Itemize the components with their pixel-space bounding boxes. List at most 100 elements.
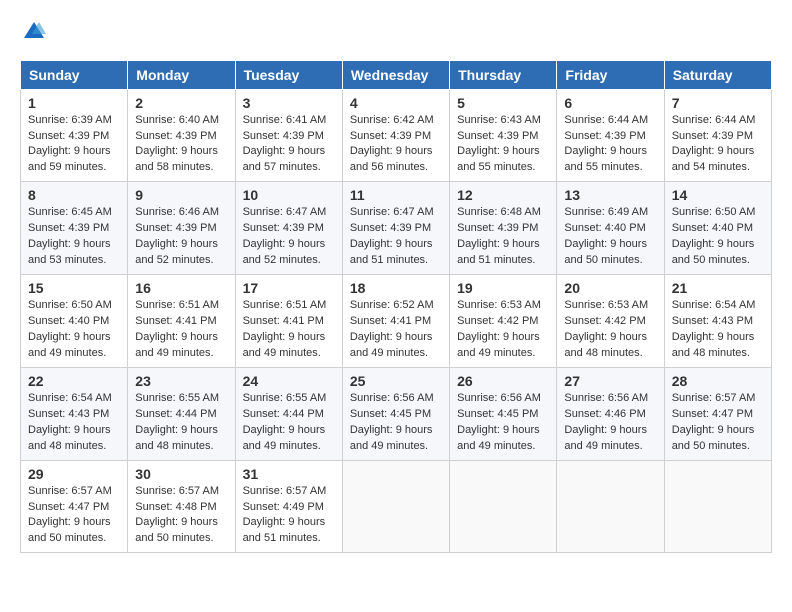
daylight-label: Daylight: 9 hours and 51 minutes. bbox=[350, 238, 433, 266]
calendar-cell: 19 Sunrise: 6:53 AM Sunset: 4:42 PM Dayl… bbox=[450, 275, 557, 368]
day-number: 16 bbox=[135, 280, 227, 296]
day-info: Sunrise: 6:40 AM Sunset: 4:39 PM Dayligh… bbox=[135, 113, 227, 177]
calendar-cell: 15 Sunrise: 6:50 AM Sunset: 4:40 PM Dayl… bbox=[21, 275, 128, 368]
calendar-week-row: 8 Sunrise: 6:45 AM Sunset: 4:39 PM Dayli… bbox=[21, 182, 772, 275]
sunrise-label: Sunrise: 6:56 AM bbox=[457, 392, 541, 404]
sunset-label: Sunset: 4:45 PM bbox=[350, 408, 431, 420]
weekday-header-row: SundayMondayTuesdayWednesdayThursdayFrid… bbox=[21, 60, 772, 89]
day-number: 21 bbox=[672, 280, 764, 296]
calendar-cell: 27 Sunrise: 6:56 AM Sunset: 4:46 PM Dayl… bbox=[557, 367, 664, 460]
weekday-header: Sunday bbox=[21, 60, 128, 89]
calendar-cell: 7 Sunrise: 6:44 AM Sunset: 4:39 PM Dayli… bbox=[664, 89, 771, 182]
day-number: 10 bbox=[243, 187, 335, 203]
calendar-week-row: 29 Sunrise: 6:57 AM Sunset: 4:47 PM Dayl… bbox=[21, 460, 772, 553]
day-number: 11 bbox=[350, 187, 442, 203]
sunrise-label: Sunrise: 6:53 AM bbox=[564, 299, 648, 311]
sunset-label: Sunset: 4:47 PM bbox=[28, 501, 109, 513]
sunrise-label: Sunrise: 6:55 AM bbox=[243, 392, 327, 404]
calendar-cell: 6 Sunrise: 6:44 AM Sunset: 4:39 PM Dayli… bbox=[557, 89, 664, 182]
calendar-cell: 28 Sunrise: 6:57 AM Sunset: 4:47 PM Dayl… bbox=[664, 367, 771, 460]
sunset-label: Sunset: 4:43 PM bbox=[28, 408, 109, 420]
day-info: Sunrise: 6:57 AM Sunset: 4:48 PM Dayligh… bbox=[135, 484, 227, 548]
sunset-label: Sunset: 4:42 PM bbox=[457, 315, 538, 327]
daylight-label: Daylight: 9 hours and 49 minutes. bbox=[135, 331, 218, 359]
calendar-cell: 11 Sunrise: 6:47 AM Sunset: 4:39 PM Dayl… bbox=[342, 182, 449, 275]
weekday-header: Thursday bbox=[450, 60, 557, 89]
day-info: Sunrise: 6:56 AM Sunset: 4:45 PM Dayligh… bbox=[457, 391, 549, 455]
daylight-label: Daylight: 9 hours and 54 minutes. bbox=[672, 145, 755, 173]
daylight-label: Daylight: 9 hours and 52 minutes. bbox=[243, 238, 326, 266]
day-number: 27 bbox=[564, 373, 656, 389]
sunrise-label: Sunrise: 6:47 AM bbox=[350, 206, 434, 218]
sunrise-label: Sunrise: 6:50 AM bbox=[28, 299, 112, 311]
sunset-label: Sunset: 4:40 PM bbox=[564, 222, 645, 234]
calendar-cell bbox=[664, 460, 771, 553]
day-info: Sunrise: 6:53 AM Sunset: 4:42 PM Dayligh… bbox=[564, 298, 656, 362]
sunset-label: Sunset: 4:39 PM bbox=[28, 222, 109, 234]
day-info: Sunrise: 6:41 AM Sunset: 4:39 PM Dayligh… bbox=[243, 113, 335, 177]
sunset-label: Sunset: 4:40 PM bbox=[28, 315, 109, 327]
calendar-cell: 30 Sunrise: 6:57 AM Sunset: 4:48 PM Dayl… bbox=[128, 460, 235, 553]
day-number: 6 bbox=[564, 95, 656, 111]
day-number: 14 bbox=[672, 187, 764, 203]
day-number: 7 bbox=[672, 95, 764, 111]
calendar-cell: 24 Sunrise: 6:55 AM Sunset: 4:44 PM Dayl… bbox=[235, 367, 342, 460]
calendar-cell: 10 Sunrise: 6:47 AM Sunset: 4:39 PM Dayl… bbox=[235, 182, 342, 275]
day-number: 23 bbox=[135, 373, 227, 389]
daylight-label: Daylight: 9 hours and 53 minutes. bbox=[28, 238, 111, 266]
calendar-cell: 2 Sunrise: 6:40 AM Sunset: 4:39 PM Dayli… bbox=[128, 89, 235, 182]
daylight-label: Daylight: 9 hours and 50 minutes. bbox=[672, 238, 755, 266]
day-info: Sunrise: 6:42 AM Sunset: 4:39 PM Dayligh… bbox=[350, 113, 442, 177]
calendar-cell bbox=[450, 460, 557, 553]
sunset-label: Sunset: 4:39 PM bbox=[350, 130, 431, 142]
day-info: Sunrise: 6:47 AM Sunset: 4:39 PM Dayligh… bbox=[350, 205, 442, 269]
calendar-week-row: 1 Sunrise: 6:39 AM Sunset: 4:39 PM Dayli… bbox=[21, 89, 772, 182]
sunrise-label: Sunrise: 6:54 AM bbox=[672, 299, 756, 311]
sunrise-label: Sunrise: 6:51 AM bbox=[135, 299, 219, 311]
calendar-cell bbox=[557, 460, 664, 553]
day-info: Sunrise: 6:51 AM Sunset: 4:41 PM Dayligh… bbox=[135, 298, 227, 362]
day-info: Sunrise: 6:46 AM Sunset: 4:39 PM Dayligh… bbox=[135, 205, 227, 269]
daylight-label: Daylight: 9 hours and 58 minutes. bbox=[135, 145, 218, 173]
day-number: 25 bbox=[350, 373, 442, 389]
sunrise-label: Sunrise: 6:52 AM bbox=[350, 299, 434, 311]
day-info: Sunrise: 6:47 AM Sunset: 4:39 PM Dayligh… bbox=[243, 205, 335, 269]
calendar-week-row: 15 Sunrise: 6:50 AM Sunset: 4:40 PM Dayl… bbox=[21, 275, 772, 368]
weekday-header: Saturday bbox=[664, 60, 771, 89]
daylight-label: Daylight: 9 hours and 51 minutes. bbox=[243, 516, 326, 544]
calendar-cell: 29 Sunrise: 6:57 AM Sunset: 4:47 PM Dayl… bbox=[21, 460, 128, 553]
day-number: 18 bbox=[350, 280, 442, 296]
sunset-label: Sunset: 4:39 PM bbox=[350, 222, 431, 234]
sunrise-label: Sunrise: 6:47 AM bbox=[243, 206, 327, 218]
day-info: Sunrise: 6:54 AM Sunset: 4:43 PM Dayligh… bbox=[672, 298, 764, 362]
day-number: 31 bbox=[243, 466, 335, 482]
page-header bbox=[20, 20, 772, 50]
sunrise-label: Sunrise: 6:51 AM bbox=[243, 299, 327, 311]
day-info: Sunrise: 6:44 AM Sunset: 4:39 PM Dayligh… bbox=[564, 113, 656, 177]
daylight-label: Daylight: 9 hours and 51 minutes. bbox=[457, 238, 540, 266]
day-number: 12 bbox=[457, 187, 549, 203]
day-info: Sunrise: 6:44 AM Sunset: 4:39 PM Dayligh… bbox=[672, 113, 764, 177]
day-info: Sunrise: 6:55 AM Sunset: 4:44 PM Dayligh… bbox=[243, 391, 335, 455]
sunrise-label: Sunrise: 6:45 AM bbox=[28, 206, 112, 218]
day-info: Sunrise: 6:56 AM Sunset: 4:46 PM Dayligh… bbox=[564, 391, 656, 455]
calendar-cell: 23 Sunrise: 6:55 AM Sunset: 4:44 PM Dayl… bbox=[128, 367, 235, 460]
sunset-label: Sunset: 4:40 PM bbox=[672, 222, 753, 234]
sunset-label: Sunset: 4:45 PM bbox=[457, 408, 538, 420]
day-info: Sunrise: 6:55 AM Sunset: 4:44 PM Dayligh… bbox=[135, 391, 227, 455]
calendar-cell: 3 Sunrise: 6:41 AM Sunset: 4:39 PM Dayli… bbox=[235, 89, 342, 182]
day-info: Sunrise: 6:57 AM Sunset: 4:49 PM Dayligh… bbox=[243, 484, 335, 548]
calendar-cell: 22 Sunrise: 6:54 AM Sunset: 4:43 PM Dayl… bbox=[21, 367, 128, 460]
day-number: 24 bbox=[243, 373, 335, 389]
daylight-label: Daylight: 9 hours and 49 minutes. bbox=[457, 424, 540, 452]
day-info: Sunrise: 6:57 AM Sunset: 4:47 PM Dayligh… bbox=[672, 391, 764, 455]
day-number: 20 bbox=[564, 280, 656, 296]
calendar-cell: 8 Sunrise: 6:45 AM Sunset: 4:39 PM Dayli… bbox=[21, 182, 128, 275]
day-number: 13 bbox=[564, 187, 656, 203]
sunrise-label: Sunrise: 6:55 AM bbox=[135, 392, 219, 404]
sunset-label: Sunset: 4:39 PM bbox=[243, 130, 324, 142]
day-number: 9 bbox=[135, 187, 227, 203]
sunset-label: Sunset: 4:39 PM bbox=[457, 130, 538, 142]
sunset-label: Sunset: 4:41 PM bbox=[243, 315, 324, 327]
day-info: Sunrise: 6:57 AM Sunset: 4:47 PM Dayligh… bbox=[28, 484, 120, 548]
